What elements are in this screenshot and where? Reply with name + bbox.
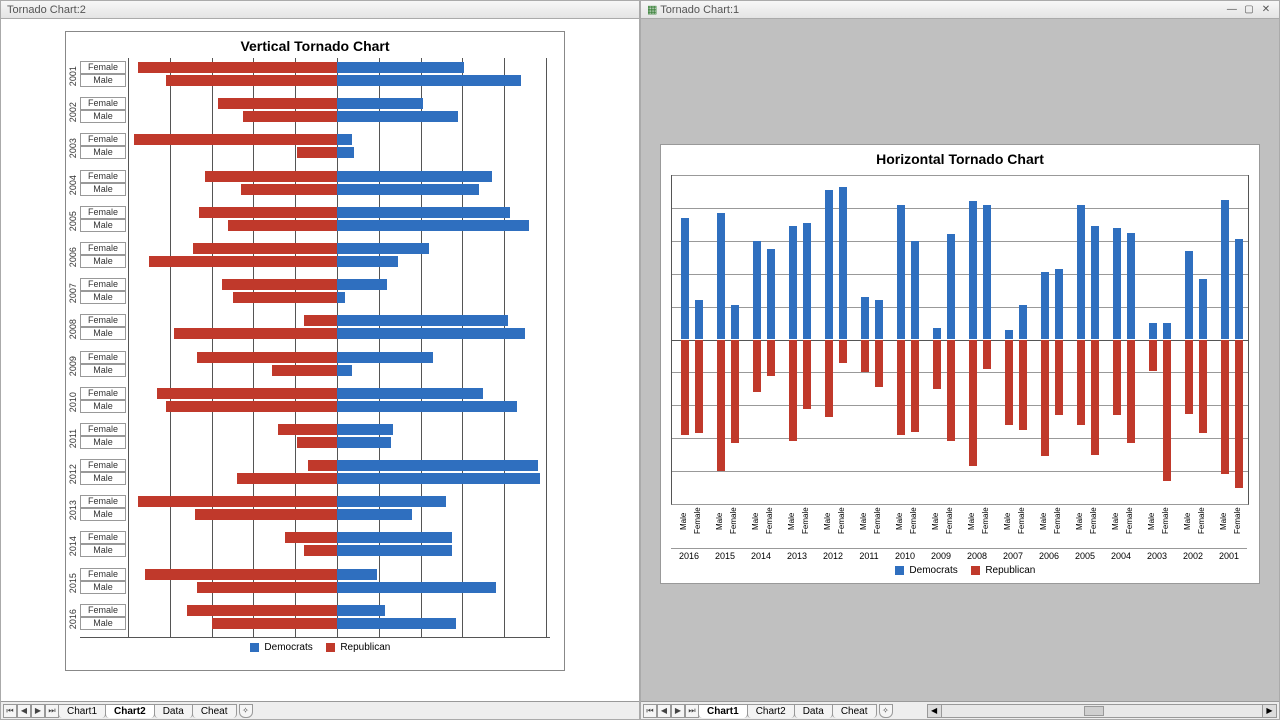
right-window-title: Tornado Chart:1 [660, 4, 739, 16]
tab-nav-first[interactable]: ⏮ [3, 704, 17, 718]
horizontal-chart-legend: Democrats Republican [661, 561, 1259, 580]
right-window: ▦ Tornado Chart:1 — ▢ ✕ Horizontal Torna… [640, 0, 1280, 720]
tab-nav-last[interactable]: ⏭ [685, 704, 699, 718]
tab-cheat[interactable]: Cheat [192, 704, 237, 718]
legend-label-republican: Republican [340, 642, 390, 653]
tab-chart2[interactable]: Chart2 [747, 704, 795, 718]
new-sheet-button[interactable]: ✧ [879, 704, 893, 718]
legend-swatch-democrats [895, 566, 904, 575]
vertical-chart-legend: Democrats Republican [66, 638, 564, 657]
scroll-left-button[interactable]: ◀ [928, 705, 942, 717]
close-icon[interactable]: ✕ [1259, 1, 1273, 19]
vertical-plot-area: 2001FemaleMale2002FemaleMale2003FemaleMa… [80, 58, 550, 638]
tab-chart1[interactable]: Chart1 [58, 704, 106, 718]
excel-icon: ▦ [647, 4, 657, 16]
vertical-chart-title: Vertical Tornado Chart [66, 32, 564, 58]
left-window: Tornado Chart:2 Vertical Tornado Chart 2… [0, 0, 640, 720]
right-document-area: Horizontal Tornado Chart MaleFemale2016M… [641, 19, 1279, 701]
tab-cheat[interactable]: Cheat [832, 704, 877, 718]
left-document-area: Vertical Tornado Chart 2001FemaleMale200… [1, 19, 639, 701]
right-worksheet-tabs: Chart1Chart2DataCheat [699, 704, 877, 718]
tab-data[interactable]: Data [154, 704, 193, 718]
tab-data[interactable]: Data [794, 704, 833, 718]
left-worksheet-tabs: Chart1Chart2DataCheat [59, 704, 237, 718]
tab-nav-last[interactable]: ⏭ [45, 704, 59, 718]
right-title-bar: ▦ Tornado Chart:1 — ▢ ✕ [641, 1, 1279, 19]
left-window-title: Tornado Chart:2 [7, 1, 86, 19]
legend-label-democrats: Democrats [909, 565, 957, 576]
scroll-right-button[interactable]: ▶ [1262, 705, 1276, 717]
minimize-icon[interactable]: — [1225, 1, 1239, 19]
horizontal-tornado-chart[interactable]: Horizontal Tornado Chart MaleFemale2016M… [660, 144, 1260, 584]
tab-chart2[interactable]: Chart2 [105, 704, 155, 718]
tab-nav-prev[interactable]: ◀ [657, 704, 671, 718]
legend-swatch-republican [971, 566, 980, 575]
horizontal-plot-wrap: MaleFemale2016MaleFemale2015MaleFemale20… [661, 171, 1259, 561]
vertical-tornado-chart[interactable]: Vertical Tornado Chart 2001FemaleMale200… [65, 31, 565, 671]
legend-label-democrats: Democrats [264, 642, 312, 653]
scroll-thumb[interactable] [1084, 706, 1104, 716]
tab-nav-first[interactable]: ⏮ [643, 704, 657, 718]
tab-chart1[interactable]: Chart1 [698, 704, 748, 718]
left-tab-bar: ⏮ ◀ ▶ ⏭ Chart1Chart2DataCheat ✧ [1, 701, 639, 719]
tab-nav-prev[interactable]: ◀ [17, 704, 31, 718]
window-controls: — ▢ ✕ [1225, 0, 1273, 19]
horizontal-scrollbar[interactable]: ◀ ▶ [927, 704, 1277, 718]
left-title-bar: Tornado Chart:2 [1, 1, 639, 19]
tab-nav-next[interactable]: ▶ [31, 704, 45, 718]
horizontal-plot-area [671, 175, 1249, 505]
new-sheet-button[interactable]: ✧ [239, 704, 253, 718]
horizontal-x-axis: MaleFemale2016MaleFemale2015MaleFemale20… [671, 505, 1249, 561]
maximize-icon[interactable]: ▢ [1242, 1, 1256, 19]
horizontal-chart-title: Horizontal Tornado Chart [661, 145, 1259, 171]
legend-swatch-republican [326, 643, 335, 652]
tab-nav-next[interactable]: ▶ [671, 704, 685, 718]
legend-swatch-democrats [250, 643, 259, 652]
legend-label-republican: Republican [985, 565, 1035, 576]
right-tab-bar: ⏮ ◀ ▶ ⏭ Chart1Chart2DataCheat ✧ ◀ ▶ [641, 701, 1279, 719]
